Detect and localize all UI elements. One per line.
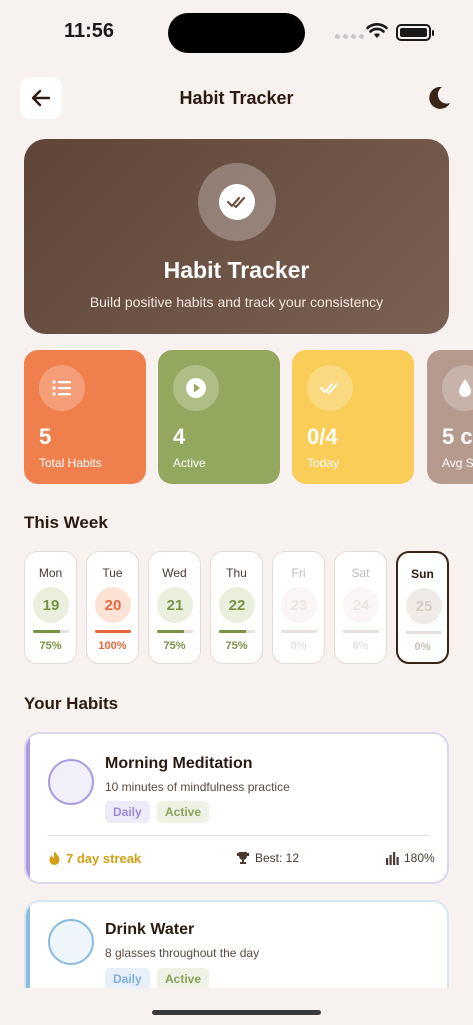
hero-icon-badge bbox=[198, 163, 276, 241]
status-tag: Active bbox=[157, 968, 210, 990]
day-card-tue[interactable]: Tue 20 100% bbox=[86, 551, 139, 664]
day-card-sun[interactable]: Sun 25 0% bbox=[396, 551, 449, 664]
day-card-mon[interactable]: Mon 19 75% bbox=[24, 551, 77, 664]
day-progress-bar bbox=[343, 630, 379, 633]
home-indicator[interactable] bbox=[152, 1010, 321, 1015]
stat-value: 4 bbox=[173, 424, 186, 449]
day-name: Thu bbox=[226, 566, 247, 580]
streak-text: 7 day streak bbox=[66, 850, 142, 866]
day-progress-bar bbox=[219, 630, 255, 633]
habit-check-circle[interactable] bbox=[48, 759, 94, 805]
stat-icon-badge bbox=[442, 365, 473, 411]
stat-card-total-habits[interactable]: 5 Total Habits bbox=[24, 350, 146, 484]
day-name: Sun bbox=[411, 567, 434, 581]
stat-value: 5 c bbox=[442, 424, 473, 449]
hero-banner: Habit Tracker Build positive habits and … bbox=[24, 139, 449, 334]
stat-label: Today bbox=[307, 456, 340, 470]
status-tag: Active bbox=[157, 801, 210, 823]
hero-subtitle: Build positive habits and track your con… bbox=[89, 294, 384, 310]
habit-card-morning-meditation[interactable]: Morning Meditation 10 minutes of mindful… bbox=[24, 732, 449, 884]
day-card-sat[interactable]: Sat 24 0% bbox=[334, 551, 387, 664]
habit-name: Morning Meditation bbox=[105, 755, 253, 772]
day-date: 23 bbox=[281, 587, 317, 623]
bar-chart-icon bbox=[386, 851, 399, 865]
stat-card-today[interactable]: 0/4 Today bbox=[292, 350, 414, 484]
bottom-safe-area bbox=[0, 988, 473, 1025]
stat-icon-badge bbox=[307, 365, 353, 411]
frequency-tag: Daily bbox=[105, 968, 150, 990]
day-progress-bar bbox=[33, 630, 69, 633]
habit-check-circle[interactable] bbox=[48, 919, 94, 965]
day-progress-bar bbox=[406, 631, 442, 634]
habit-name: Drink Water bbox=[105, 921, 195, 938]
day-percent: 100% bbox=[98, 640, 127, 652]
double-check-icon bbox=[320, 383, 338, 394]
day-progress-bar bbox=[281, 630, 317, 633]
stat-label: Total Habits bbox=[39, 456, 102, 470]
day-percent: 0% bbox=[414, 641, 431, 653]
day-date: 19 bbox=[33, 587, 69, 623]
stat-icon-badge bbox=[173, 365, 219, 411]
best-info: Best: 12 bbox=[236, 851, 299, 865]
list-icon bbox=[52, 380, 71, 396]
day-percent: 75% bbox=[225, 640, 248, 652]
day-date: 25 bbox=[406, 588, 442, 624]
signal-icon bbox=[335, 34, 364, 39]
day-card-fri[interactable]: Fri 23 0% bbox=[272, 551, 325, 664]
stat-card-active[interactable]: 4 Active bbox=[158, 350, 280, 484]
flame-icon bbox=[49, 851, 60, 865]
hero-title: Habit Tracker bbox=[163, 257, 310, 283]
day-percent: 0% bbox=[290, 640, 307, 652]
status-bar: 11:56 bbox=[0, 0, 473, 64]
status-time: 11:56 bbox=[64, 20, 115, 42]
habit-description: 10 minutes of mindfulness practice bbox=[105, 780, 290, 794]
frequency-tag: Daily bbox=[105, 801, 150, 823]
day-progress-bar bbox=[157, 630, 193, 633]
trophy-icon bbox=[237, 852, 249, 864]
day-date: 20 bbox=[95, 587, 131, 623]
day-name: Tue bbox=[102, 566, 123, 580]
double-check-icon bbox=[226, 196, 246, 209]
habit-accent-stripe bbox=[26, 734, 30, 882]
drop-icon bbox=[459, 379, 471, 397]
day-date: 22 bbox=[219, 587, 255, 623]
completion-rate: 180% bbox=[386, 851, 435, 865]
stat-value: 0/4 bbox=[307, 424, 338, 449]
this-week-heading: This Week bbox=[24, 513, 108, 532]
habit-description: 8 glasses throughout the day bbox=[105, 946, 260, 960]
day-date: 21 bbox=[157, 587, 193, 623]
stat-value: 5 bbox=[39, 424, 52, 449]
stat-icon-badge bbox=[39, 365, 85, 411]
day-date: 24 bbox=[343, 587, 379, 623]
streak-info: 7 day streak bbox=[48, 850, 141, 866]
wifi-icon bbox=[366, 23, 388, 38]
day-percent: 0% bbox=[352, 640, 369, 652]
stat-label: Active bbox=[173, 456, 206, 470]
day-name: Sat bbox=[351, 566, 370, 580]
day-percent: 75% bbox=[163, 640, 186, 652]
stats-row[interactable]: 5 Total Habits 4 Active 0/4 Today 5 c Av… bbox=[24, 350, 473, 486]
your-habits-heading: Your Habits bbox=[24, 694, 119, 713]
battery-icon bbox=[396, 24, 434, 41]
best-text: Best: 12 bbox=[255, 851, 300, 865]
moon-icon[interactable] bbox=[424, 84, 452, 112]
stat-label: Avg S bbox=[442, 456, 473, 470]
day-progress-bar bbox=[95, 630, 131, 633]
day-card-thu[interactable]: Thu 22 75% bbox=[210, 551, 263, 664]
stat-card-avg[interactable]: 5 c Avg S bbox=[427, 350, 473, 484]
day-percent: 75% bbox=[39, 640, 62, 652]
rate-text: 180% bbox=[404, 851, 435, 865]
day-card-wed[interactable]: Wed 21 75% bbox=[148, 551, 201, 664]
day-name: Wed bbox=[162, 566, 187, 580]
day-name: Fri bbox=[291, 566, 306, 580]
play-icon bbox=[186, 378, 206, 398]
divider bbox=[48, 835, 429, 836]
page-title: Habit Tracker bbox=[179, 88, 294, 108]
day-name: Mon bbox=[38, 566, 63, 580]
dynamic-island bbox=[168, 13, 305, 53]
